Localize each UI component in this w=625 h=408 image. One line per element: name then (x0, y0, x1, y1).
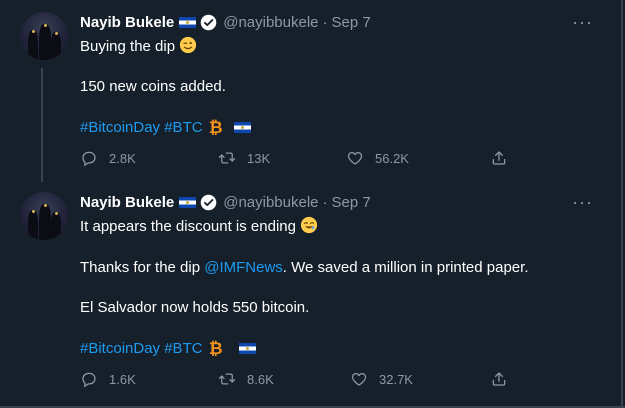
tweet-text: . We saved a million in printed paper. (282, 259, 529, 276)
tweet[interactable]: Nayib Bukele @nayibbukele · Sep 7 ··· It… (0, 182, 621, 406)
el-salvador-flag-icon (179, 196, 197, 208)
heart-icon (351, 372, 367, 386)
like-count: 32.7K (379, 371, 413, 387)
tweet-text-line: Buying the dip (80, 36, 197, 60)
like-button[interactable]: 32.7K (350, 370, 413, 388)
reply-count: 1.6K (109, 371, 136, 387)
tweet-text: It appears the discount is ending (80, 218, 296, 235)
tweet-date[interactable]: Sep 7 (332, 14, 371, 31)
more-options-icon[interactable]: ··· (572, 12, 592, 32)
winking-face-emoji-icon (179, 36, 197, 60)
author-handle[interactable]: @nayibbukele (223, 194, 318, 211)
tweet-actions: 1.6K 8.6K 32.7K (80, 370, 600, 390)
hashtag-line: #BitcoinDay #BTC ₿ (80, 118, 251, 138)
timeline: Nayib Bukele @nayibbukele · Sep 7 ··· Bu… (0, 0, 623, 408)
separator-dot: · (322, 13, 328, 31)
reply-icon (82, 372, 96, 388)
verified-badge-icon (200, 194, 217, 211)
retweet-icon (218, 152, 236, 164)
author-handle[interactable]: @nayibbukele (223, 14, 318, 31)
share-icon (492, 151, 506, 165)
more-options-icon[interactable]: ··· (572, 192, 592, 212)
hashtag-link[interactable]: #BTC (164, 340, 202, 357)
avatar[interactable] (20, 192, 68, 240)
author-name[interactable]: Nayib Bukele (80, 194, 174, 211)
reply-button[interactable]: 2.8K (80, 149, 136, 167)
tweet-header: Nayib Bukele @nayibbukele · Sep 7 (80, 192, 371, 212)
verified-badge-icon (200, 14, 217, 31)
author-name[interactable]: Nayib Bukele (80, 14, 174, 31)
tweet-actions: 2.8K 13K 56.2K (80, 149, 600, 169)
retweet-button[interactable]: 13K (218, 149, 270, 167)
retweet-icon (218, 373, 236, 385)
retweet-button[interactable]: 8.6K (218, 370, 274, 388)
heart-icon (347, 151, 363, 165)
tweet-text-line: Thanks for the dip @IMFNews. We saved a … (80, 258, 529, 278)
el-salvador-flag-icon (238, 343, 256, 354)
tweet-text: Thanks for the dip (80, 259, 205, 276)
avatar[interactable] (20, 12, 68, 60)
reply-count: 2.8K (109, 150, 136, 166)
retweet-count: 13K (247, 150, 271, 166)
hashtag-link[interactable]: #BitcoinDay (80, 340, 160, 357)
reply-button[interactable]: 1.6K (80, 370, 136, 388)
share-button[interactable] (490, 370, 519, 388)
tweet-text: 150 new coins added. (80, 78, 226, 95)
tweet-date[interactable]: Sep 7 (332, 194, 371, 211)
tweet-header: Nayib Bukele @nayibbukele · Sep 7 (80, 12, 371, 32)
tweet[interactable]: Nayib Bukele @nayibbukele · Sep 7 ··· Bu… (0, 0, 621, 182)
like-button[interactable]: 56.2K (346, 149, 409, 167)
crying-laughing-face-emoji-icon (300, 216, 318, 240)
bitcoin-icon: ₿ (208, 339, 223, 358)
thread-connector-line (41, 68, 43, 182)
mention-link[interactable]: @IMFNews (204, 259, 283, 276)
like-count: 56.2K (375, 150, 409, 166)
hashtag-line: #BitcoinDay #BTC ₿ (80, 339, 256, 359)
hashtag-link[interactable]: #BitcoinDay (80, 119, 160, 136)
el-salvador-flag-icon (179, 16, 197, 28)
el-salvador-flag-icon (233, 122, 251, 133)
hashtag-link[interactable]: #BTC (164, 119, 202, 136)
tweet-text-line: It appears the discount is ending (80, 216, 318, 240)
retweet-count: 8.6K (247, 371, 274, 387)
separator-dot: · (322, 193, 328, 211)
share-icon (492, 372, 506, 386)
bitcoin-icon: ₿ (208, 118, 223, 137)
share-button[interactable] (490, 149, 519, 167)
reply-icon (82, 151, 96, 167)
tweet-text: Buying the dip (80, 38, 176, 55)
tweet-text: El Salvador now holds 550 bitcoin. (80, 299, 310, 316)
